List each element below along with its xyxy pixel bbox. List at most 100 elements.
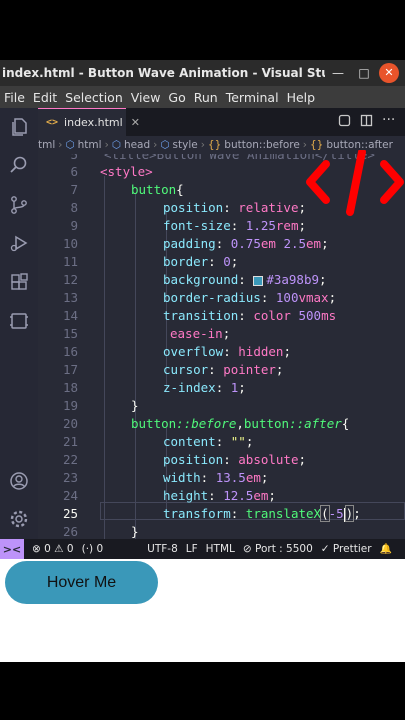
line-number: 13 (62, 290, 78, 305)
code-line-24: height: 12.5em; (163, 488, 276, 503)
status-bar: >< ⊗ 0 ⚠ 0 (·) 0 UTF-8 LF HTML ⊘ Port : … (0, 539, 405, 559)
menu-file[interactable]: File (0, 90, 29, 105)
code-line-23: width: 13.5em; (163, 470, 269, 485)
window-titlebar: index.html - Button Wave Animation - Vis… (0, 60, 405, 86)
line-number: 8 (70, 200, 78, 215)
code-line-26: } (131, 524, 139, 539)
code-line-16: overflow: hidden; (163, 344, 291, 359)
chevron-right-icon: › (58, 139, 63, 151)
window-title: index.html - Button Wave Animation - Vis… (2, 66, 325, 80)
line-number: 12 (62, 272, 78, 287)
code-line-14: transition: color 500ms (163, 308, 337, 323)
menu-run[interactable]: Run (190, 90, 222, 105)
hover-me-button[interactable]: Hover Me (5, 561, 158, 604)
code-line-25: transform: translateX(-5); (163, 505, 361, 522)
line-number-current: 25 (62, 506, 78, 521)
code-line-21: content: ""; (163, 434, 254, 449)
menu-terminal[interactable]: Terminal (222, 90, 283, 105)
language-mode[interactable]: HTML (206, 543, 235, 555)
color-swatch[interactable] (253, 275, 264, 286)
line-number: 17 (62, 362, 78, 377)
line-number: 9 (70, 218, 78, 233)
line-number: 18 (62, 380, 78, 395)
selector-icon: {} (207, 139, 222, 151)
menu-view[interactable]: View (127, 90, 165, 105)
source-control-icon[interactable] (8, 194, 30, 216)
html-file-icon: <> (46, 117, 59, 128)
breadcrumb-head[interactable]: head (124, 139, 150, 151)
menu-go[interactable]: Go (164, 90, 189, 105)
menu-selection[interactable]: Selection (61, 90, 127, 105)
line-number: 19 (62, 398, 78, 413)
line-number: 21 (62, 434, 78, 449)
split-editor-icon[interactable] (360, 114, 373, 131)
line-number: 14 (62, 308, 78, 323)
maximize-button[interactable]: □ (351, 66, 377, 80)
line-number: 16 (62, 344, 78, 359)
menu-bar: File Edit Selection View Go Run Terminal… (0, 86, 405, 108)
gear-icon[interactable] (8, 508, 30, 530)
line-number: 20 (62, 416, 78, 431)
breadcrumb-html[interactable]: html (78, 139, 102, 151)
code-line-9: font-size: 1.25rem; (163, 218, 307, 233)
search-icon[interactable] (8, 154, 30, 176)
indent-guide (104, 176, 105, 539)
remote-explorer-icon[interactable] (8, 310, 30, 332)
line-number: 24 (62, 488, 78, 503)
code-line-8: position: relative; (163, 200, 307, 215)
code-line-12: background: #3a98b9; (163, 272, 327, 287)
line-number: 22 (62, 452, 78, 467)
tab-close-icon[interactable]: ✕ (131, 116, 140, 129)
breadcrumb-before[interactable]: button::before (224, 139, 300, 151)
element-icon: ⬡ (160, 139, 170, 151)
breadcrumb-file[interactable]: tml (38, 139, 55, 151)
code-line-11: border: 0; (163, 254, 239, 269)
code-line-19: } (131, 398, 139, 413)
code-line-13: border-radius: 100vmax; (163, 290, 337, 305)
close-window-button[interactable]: ✕ (379, 63, 399, 83)
code-line-10: padding: 0.75em 2.5em; (163, 236, 329, 251)
live-server-port[interactable]: ⊘ Port : 5500 (243, 543, 313, 555)
eol-indicator[interactable]: LF (186, 543, 198, 555)
top-letterbox (0, 0, 405, 60)
tab-label: index.html (64, 116, 123, 129)
element-icon: ⬡ (111, 139, 121, 151)
prettier-status[interactable]: ✓ Prettier (321, 543, 372, 555)
account-icon[interactable] (8, 470, 30, 492)
remote-indicator[interactable]: >< (0, 539, 24, 559)
code-brackets-logo-icon (306, 150, 404, 216)
menu-edit[interactable]: Edit (29, 90, 61, 105)
code-line-18: z-index: 1; (163, 380, 246, 395)
tab-index-html[interactable]: <> index.html ✕ (38, 108, 140, 136)
problems-count[interactable]: ⊗ 0 ⚠ 0 (32, 543, 74, 555)
extensions-icon[interactable] (8, 272, 30, 294)
bottom-letterbox (0, 662, 405, 720)
indent-guide (135, 194, 136, 539)
line-number: 7 (70, 182, 78, 197)
bell-icon[interactable]: 🔔 (380, 544, 392, 555)
run-debug-icon[interactable] (8, 232, 30, 254)
code-line-7: button{ (131, 182, 184, 197)
explorer-icon[interactable] (8, 116, 30, 138)
tab-bar: <> index.html ✕ ··· (38, 108, 405, 136)
chevron-right-icon: › (200, 139, 205, 151)
open-changes-icon[interactable] (338, 114, 351, 131)
code-line-15: ease-in; (170, 326, 231, 341)
ports-count[interactable]: (·) 0 (82, 543, 104, 555)
menu-help[interactable]: Help (283, 90, 320, 105)
more-actions-icon[interactable]: ··· (382, 112, 395, 128)
encoding-indicator[interactable]: UTF-8 (147, 543, 178, 555)
chevron-right-icon: › (153, 139, 158, 151)
breadcrumb-style[interactable]: style (173, 139, 198, 151)
line-number: 10 (62, 236, 78, 251)
chevron-right-icon: › (104, 139, 109, 151)
code-line-22: position: absolute; (163, 452, 307, 467)
minimize-button[interactable]: — (325, 66, 351, 80)
line-number: 15 (62, 326, 78, 341)
code-line-20: button::before,button::after{ (131, 416, 350, 431)
code-line-17: cursor: pointer; (163, 362, 284, 377)
activity-bar (0, 108, 38, 539)
line-number: 26 (62, 524, 78, 539)
line-number: 11 (62, 254, 78, 269)
browser-preview: Hover Me (0, 559, 405, 662)
